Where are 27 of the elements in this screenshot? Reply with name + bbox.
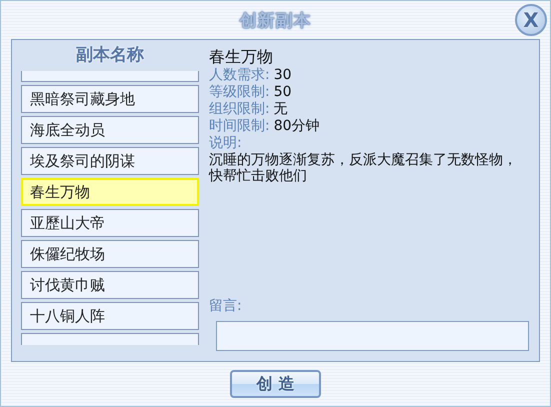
create-button[interactable]: 创 造 [230,370,321,398]
instance-title: 春生万物 [209,47,274,67]
field-label: 人数需求: [209,67,270,84]
list-item[interactable]: 黑暗祭司藏身地 [21,85,199,113]
list-item[interactable]: 讨伐黄巾贼 [21,271,199,299]
list-item[interactable]: 亚歷山大帝 [21,209,199,237]
message-label: 留言: [209,298,243,315]
field-label: 组织限制: [209,101,270,118]
field-label: 时间限制: [209,118,270,135]
list-item[interactable]: 侏儸纪牧场 [21,240,199,268]
field-value: 80分钟 [274,118,320,135]
window-title: 创新副本 [240,10,312,32]
list-item[interactable]: 春生万物 [21,178,199,206]
list-heading: 副本名称 [75,44,145,67]
list-item[interactable]: 海底全动员 [21,116,199,144]
close-button[interactable]: X [515,4,547,36]
description-label: 说明: [209,135,243,152]
list-item[interactable] [21,71,199,82]
field-value: 50 [274,84,292,101]
list-item[interactable]: 十八铜人阵 [21,302,199,330]
list-item[interactable]: 埃及祭司的阴谋 [21,147,199,175]
field-label: 等级限制: [209,84,270,101]
description-text: 沉睡的万物逐渐复苏，反派大魔召集了无数怪物，快帮忙击败他们 [209,152,518,184]
field-value: 30 [274,67,292,84]
list-item[interactable] [21,333,199,345]
message-field[interactable] [216,321,529,351]
field-value: 无 [274,101,288,118]
